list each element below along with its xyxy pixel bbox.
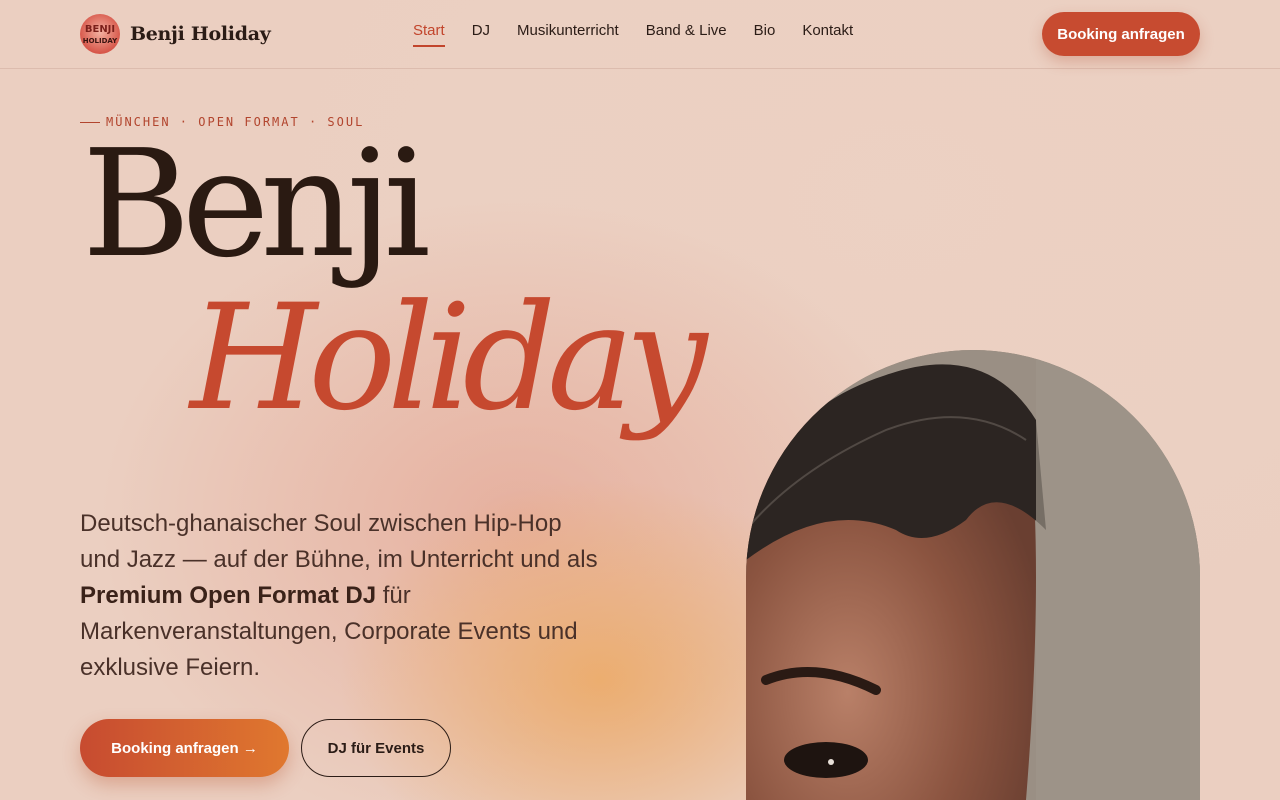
main-nav: Start DJ Musikunterricht Band & Live Bio… (413, 22, 853, 47)
header-booking-button[interactable]: Booking anfragen (1042, 12, 1200, 56)
dj-events-button[interactable]: DJ für Events (301, 719, 451, 777)
nav-item-musikunterricht[interactable]: Musikunterricht (517, 22, 619, 47)
nav-item-start[interactable]: Start (413, 22, 445, 47)
arrow-right-icon: → (242, 739, 258, 757)
hero-title-line1: Benji (82, 118, 431, 290)
hero-booking-label: Booking anfragen (111, 739, 239, 757)
logo-text-bottom: HOLIDAY (83, 37, 118, 45)
lead-highlight: Premium Open Format DJ (80, 582, 377, 609)
logo-text-top: BENJI (85, 24, 115, 35)
hero-title-line2: Holiday (190, 273, 708, 443)
nav-item-band-live[interactable]: Band & Live (646, 22, 727, 47)
brand[interactable]: BENJI HOLIDAY Benji Holiday (80, 14, 271, 54)
lead-text-start: Deutsch-ghanaischer Soul zwischen Hip-Ho… (80, 510, 598, 573)
nav-item-bio[interactable]: Bio (754, 22, 776, 47)
nav-item-dj[interactable]: DJ (472, 22, 490, 47)
site-header: BENJI HOLIDAY Benji Holiday Start DJ Mus… (0, 0, 1280, 69)
brand-logo: BENJI HOLIDAY (80, 14, 120, 54)
nav-item-kontakt[interactable]: Kontakt (802, 22, 853, 47)
hero-portrait (746, 350, 1200, 800)
hero-lead: Deutsch-ghanaischer Soul zwischen Hip-Ho… (80, 506, 600, 686)
hero-booking-button[interactable]: Booking anfragen → (80, 719, 289, 777)
brand-name: Benji Holiday (130, 23, 271, 45)
